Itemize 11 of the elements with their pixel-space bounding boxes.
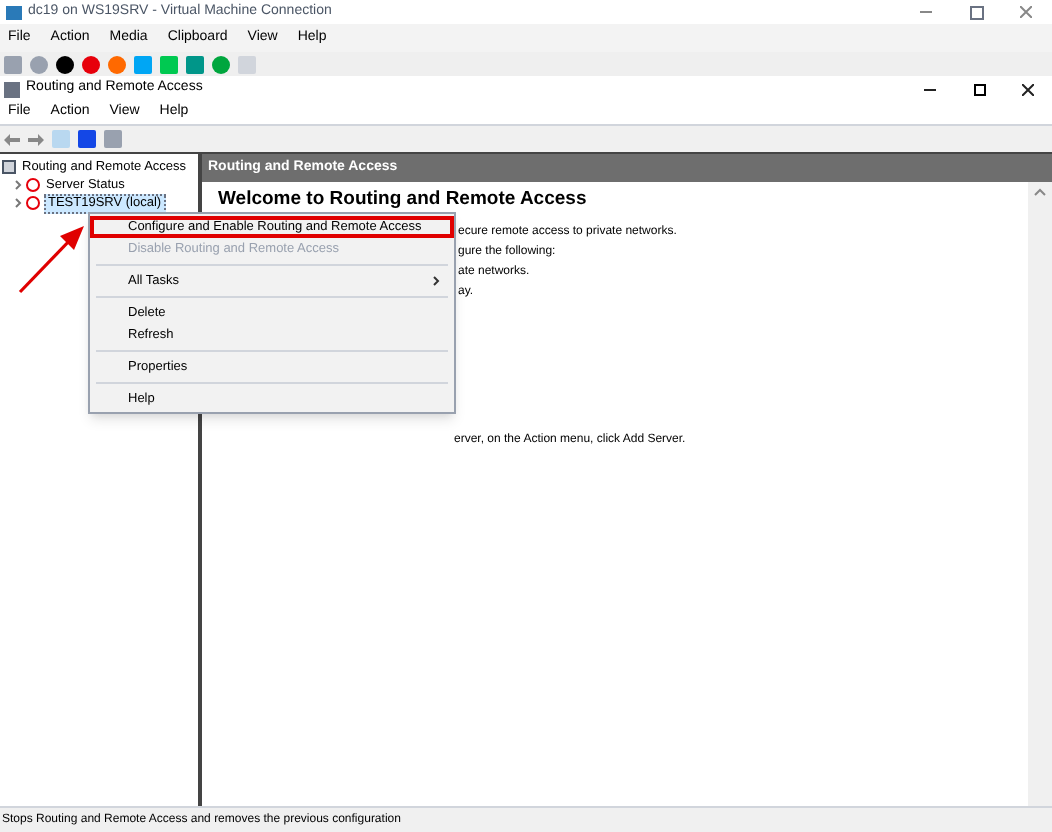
minimize-icon[interactable] bbox=[924, 83, 936, 95]
scroll-up-icon[interactable] bbox=[1034, 188, 1046, 196]
back-arrow-icon[interactable] bbox=[4, 133, 20, 145]
forward-arrow-icon[interactable] bbox=[28, 133, 44, 145]
submenu-chevron-icon bbox=[432, 276, 440, 286]
welcome-heading: Welcome to Routing and Remote Access bbox=[218, 190, 589, 210]
scrollbar[interactable] bbox=[1028, 182, 1052, 806]
pointer-arrow-icon bbox=[16, 224, 88, 296]
maximize-icon[interactable] bbox=[970, 5, 984, 19]
close-icon[interactable] bbox=[1022, 83, 1034, 95]
restore-icon[interactable] bbox=[974, 83, 986, 95]
